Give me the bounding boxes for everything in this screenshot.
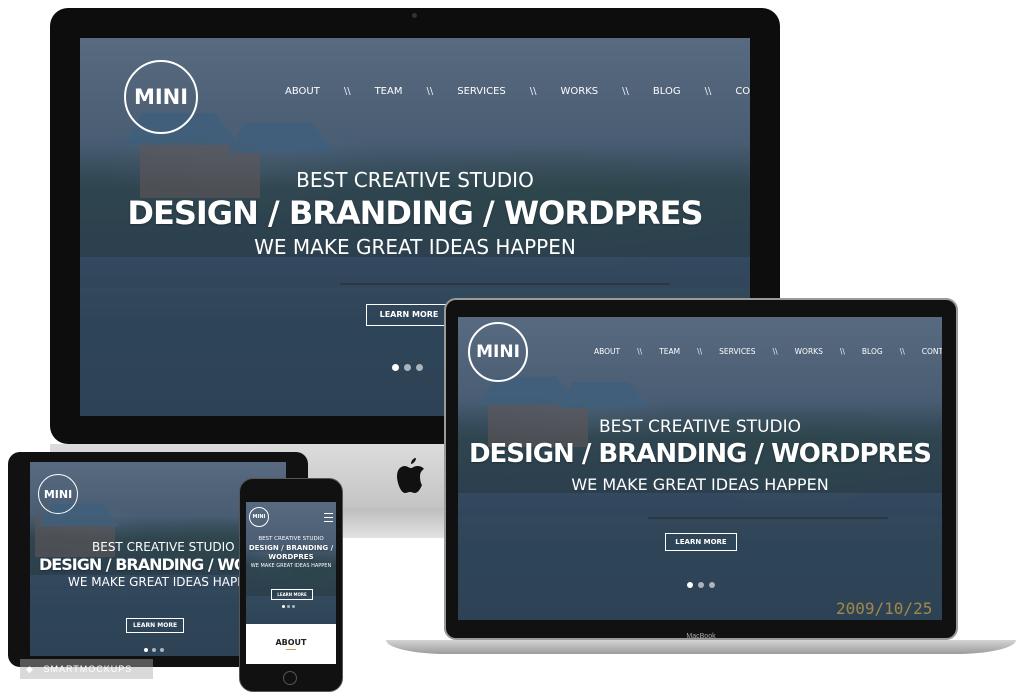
slider-dot[interactable] [287,605,290,608]
slider-dot[interactable] [292,605,295,608]
site-logo[interactable]: MINI [468,322,528,382]
about-underline [286,649,296,650]
nav-services[interactable]: SERVICES [719,347,755,356]
nav-separator: \\ [343,86,351,97]
hero-tagline-bottom: WE MAKE GREAT IDEAS HAPPEN [571,475,829,494]
nav-separator: \\ [697,347,703,356]
nav-separator: \\ [426,86,434,97]
nav-contact[interactable]: CONTACT [922,347,942,356]
learn-more-button[interactable]: LEARN MORE [665,533,737,551]
imac-camera [412,13,417,18]
site-logo[interactable]: MINI [249,507,269,527]
slider-dot[interactable] [144,648,148,652]
watermark-icon: ◆ [26,664,34,674]
hamburger-menu-icon[interactable] [324,513,333,522]
nav-separator: \\ [839,347,845,356]
hero-tagline-bottom: WE MAKE GREAT IDEAS HAPPEN [250,563,332,569]
hero-tagline-top: BEST CREATIVE STUDIO [296,168,534,192]
slider-dot[interactable] [160,648,164,652]
hero-headline: DESIGN / BRANDING / WORDPRES [468,439,932,469]
nav-team[interactable]: TEAM [659,347,680,356]
nav-separator: \\ [622,86,629,97]
learn-more-button[interactable]: LEARN MORE [126,618,184,633]
watermark: ◆ SMARTMOCKUPS [20,659,153,679]
macbook-label: MacBook [686,633,716,640]
hero-tagline-top: BEST CREATIVE STUDIO [258,536,324,542]
slider-dot[interactable] [687,582,693,588]
nav-separator: \\ [899,347,905,356]
site-logo[interactable]: MINI [38,474,78,514]
nav-separator: \\ [529,86,537,97]
nav-blog[interactable]: BLOG [653,86,681,97]
main-nav: ABOUT \\ TEAM \\ SERVICES \\ WORKS \\ BL… [285,86,750,97]
hero-tagline-bottom: WE MAKE GREAT IDEAS HAPPEN [68,575,261,589]
nav-about[interactable]: ABOUT [594,347,620,356]
slider-dots [687,582,715,588]
watermark-text: SMARTMOCKUPS [43,664,133,674]
phone-screen: MINI BEST CREATIVE STUDIO DESIGN / BRAND… [246,502,336,664]
hero-tagline-bottom: WE MAKE GREAT IDEAS HAPPEN [254,235,576,259]
hero-tagline-top: BEST CREATIVE STUDIO [92,540,235,554]
hero-headline-line1: DESIGN / BRANDING / [248,544,334,552]
hero-headline: DESIGN / BRANDING / WORD [39,555,271,574]
macbook-base [386,640,1016,654]
slider-dots [144,648,164,652]
nav-team[interactable]: TEAM [375,86,403,97]
slider-dot[interactable] [282,605,285,608]
slider-dots [282,605,295,608]
nav-services[interactable]: SERVICES [457,86,506,97]
learn-more-button[interactable]: LEARN MORE [271,589,313,600]
nav-separator: \\ [704,86,712,97]
slider-dot[interactable] [152,648,156,652]
nav-blog[interactable]: BLOG [862,347,883,356]
hero-headline-line2: WORDPRES [268,553,314,561]
main-nav: ABOUT \\ TEAM \\ SERVICES \\ WORKS \\ BL… [594,347,942,356]
about-title: ABOUT [275,638,307,647]
macbook-screen: MINI ABOUT \\ TEAM \\ SERVICES \\ WORKS … [458,317,942,620]
nav-about[interactable]: ABOUT [285,86,320,97]
site-logo[interactable]: MINI [124,60,198,134]
nav-contact[interactable]: CONTACT [735,86,750,97]
slider-dot[interactable] [709,582,715,588]
hero-tagline-top: BEST CREATIVE STUDIO [599,417,801,437]
nav-works[interactable]: WORKS [795,347,823,356]
hero-headline: DESIGN / BRANDING / WORDPRES [127,194,703,232]
nav-separator: \\ [772,347,778,356]
phone-home-button[interactable] [283,671,297,685]
photo-date-stamp: 2009/10/25 [836,599,933,618]
slider-dot[interactable] [698,582,704,588]
nav-separator: \\ [637,347,643,356]
nav-works[interactable]: WORKS [561,86,599,97]
about-section: ABOUT [246,624,336,664]
